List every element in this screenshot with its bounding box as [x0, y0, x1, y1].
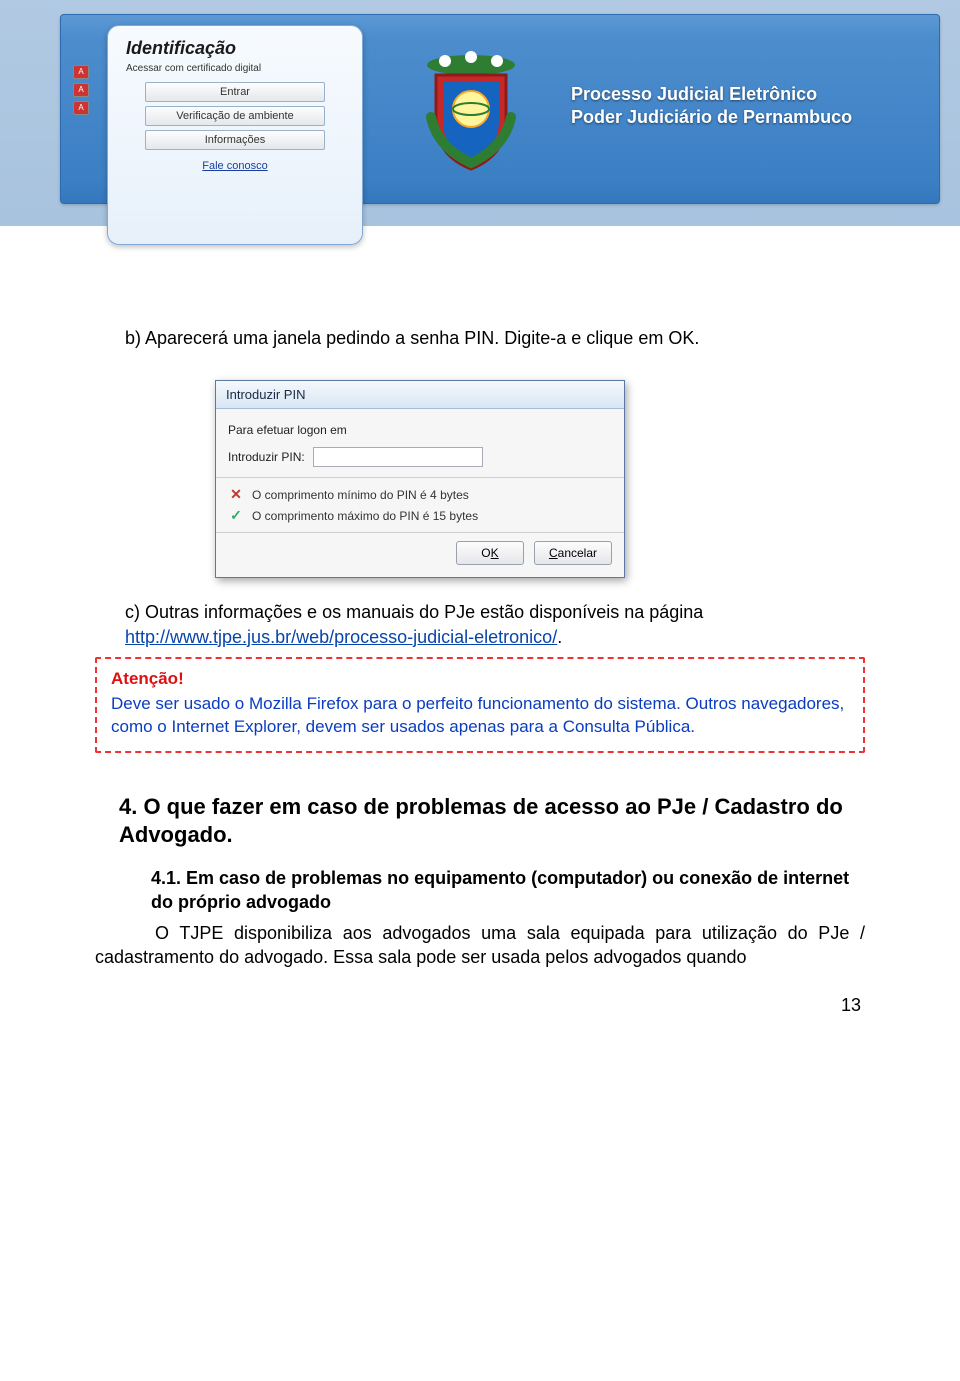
entrar-button[interactable]: Entrar — [145, 82, 325, 102]
check-icon: ✓ — [228, 507, 244, 524]
dialog-title: Introduzir PIN — [216, 381, 624, 409]
x-icon: ✕ — [228, 486, 244, 503]
banner-line1: Processo Judicial Eletrônico — [571, 83, 852, 106]
pin-input[interactable] — [313, 447, 483, 467]
attention-box: Atenção! Deve ser usado o Mozilla Firefo… — [95, 657, 865, 753]
login-subtitle: Acessar com certificado digital — [126, 63, 348, 74]
subsection-4-1-heading: 4.1. Em caso de problemas no equipamento… — [151, 866, 865, 915]
attention-body: Deve ser usado o Mozilla Firefox para o … — [111, 693, 849, 739]
dialog-separator — [216, 477, 624, 478]
dialog-logon-label: Para efetuar logon em — [228, 423, 612, 437]
dialog-separator — [216, 532, 624, 533]
section-4-heading: 4. O que fazer em caso de problemas de a… — [119, 793, 865, 850]
verificacao-button[interactable]: Verificação de ambiente — [145, 106, 325, 126]
paragraph-c: c) Outras informações e os manuais do PJ… — [125, 600, 865, 649]
informacoes-button[interactable]: Informações — [145, 130, 325, 150]
rule-max: ✓ O comprimento máximo do PIN é 15 bytes — [228, 507, 612, 524]
fale-conosco-link[interactable]: Fale conosco — [202, 160, 267, 172]
palette-icons: A A A — [73, 65, 89, 115]
paragraph-b: b) Aparecerá uma janela pedindo a senha … — [125, 326, 865, 350]
palette-icon: A — [73, 65, 89, 79]
palette-icon: A — [73, 101, 89, 115]
palette-icon: A — [73, 83, 89, 97]
coat-of-arms-icon — [411, 47, 531, 187]
app-banner: A A A Identificação Acessar com certific… — [60, 14, 940, 204]
login-title: Identificação — [126, 38, 348, 59]
pin-dialog: Introduzir PIN Para efetuar logon em Int… — [215, 380, 625, 578]
cancel-button[interactable]: Cancelar — [534, 541, 612, 565]
login-panel: Identificação Acessar com certificado di… — [107, 25, 363, 245]
pje-link[interactable]: http://www.tjpe.jus.br/web/processo-judi… — [125, 627, 557, 647]
document-body: b) Aparecerá uma janela pedindo a senha … — [0, 226, 960, 1046]
banner-screenshot: A A A Identificação Acessar com certific… — [0, 0, 960, 226]
ok-button[interactable]: OK — [456, 541, 524, 565]
banner-text: Processo Judicial Eletrônico Poder Judic… — [571, 83, 852, 130]
rule-min: ✕ O comprimento mínimo do PIN é 4 bytes — [228, 486, 612, 503]
pin-label: Introduzir PIN: — [228, 450, 305, 464]
attention-title: Atenção! — [111, 669, 849, 689]
subsection-4-1-body: O TJPE disponibiliza aos advogados uma s… — [95, 921, 865, 970]
banner-line2: Poder Judiciário de Pernambuco — [571, 106, 852, 129]
page-number: 13 — [95, 995, 865, 1016]
